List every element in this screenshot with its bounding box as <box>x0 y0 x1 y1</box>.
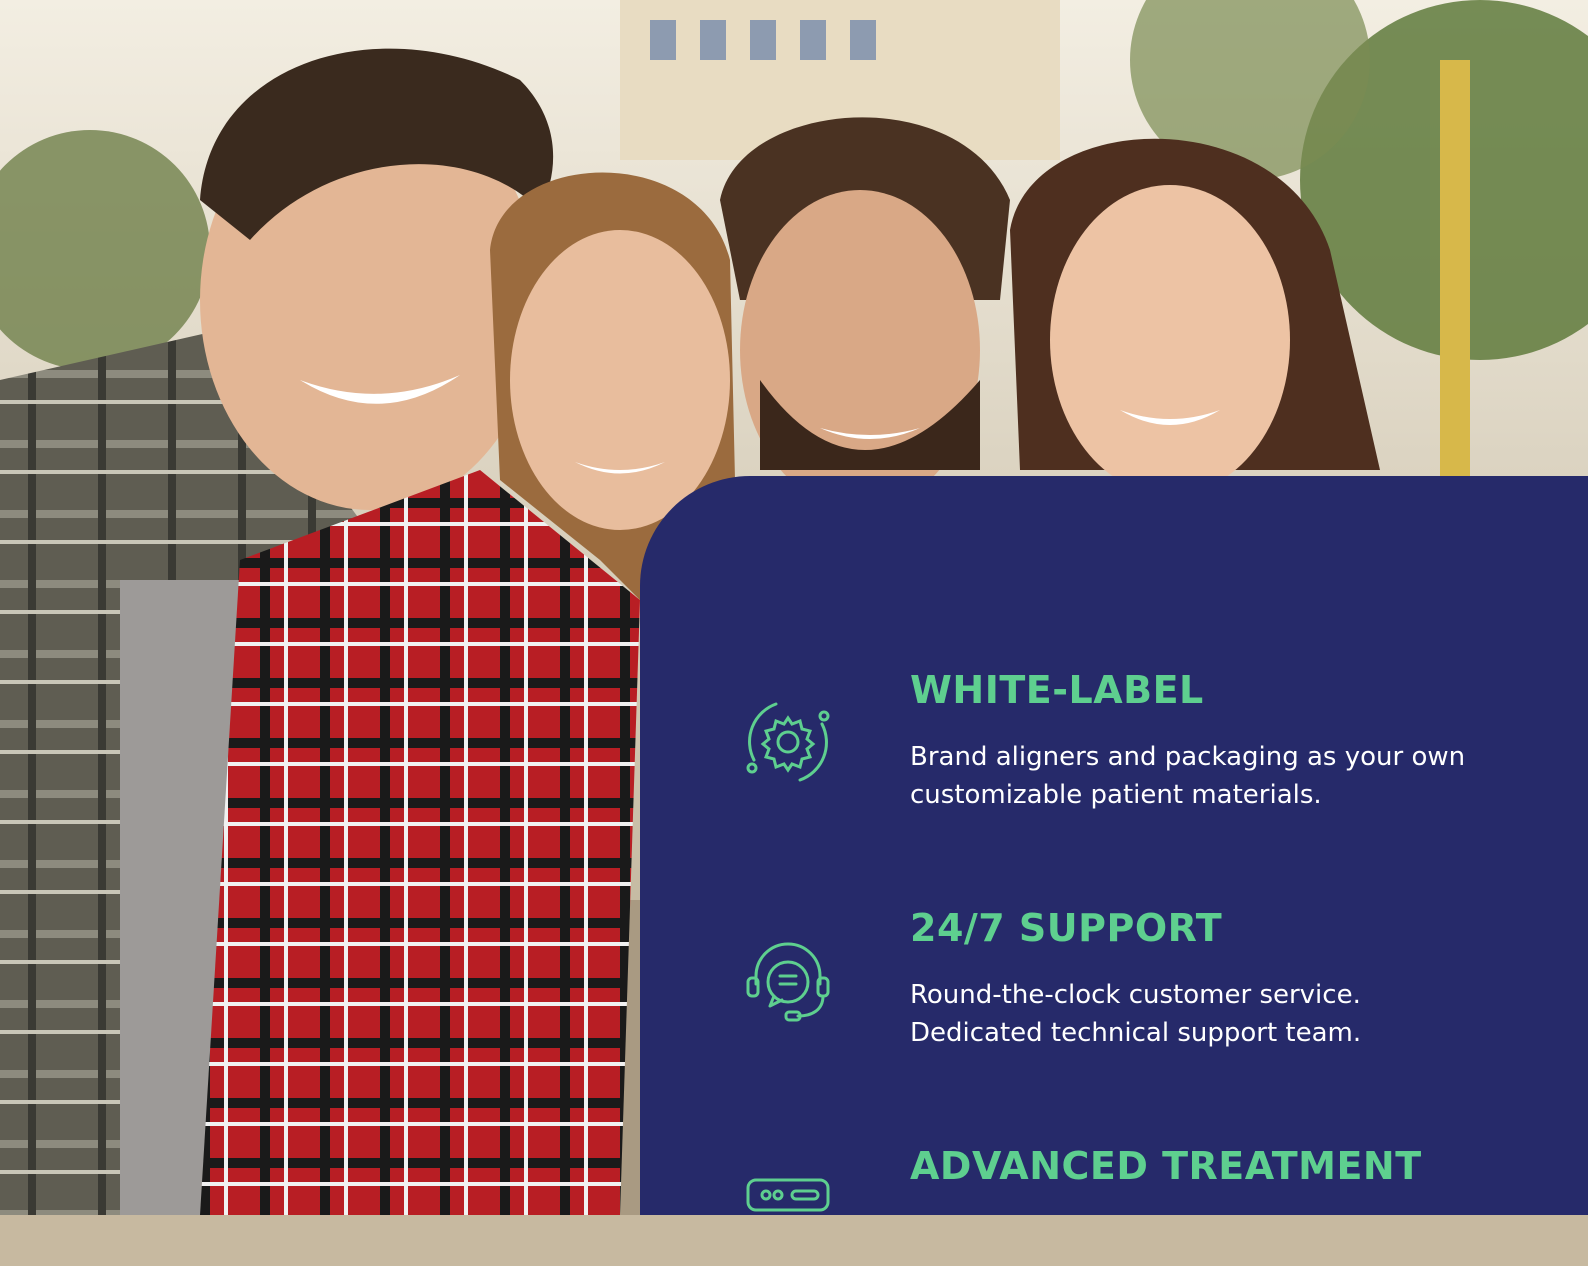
feature-description: Round-the-clock customer service. Dedica… <box>910 980 1362 1048</box>
gear-orbit-icon <box>746 702 830 782</box>
feature-title: WHITE-LABEL <box>910 668 1204 712</box>
headset-chat-icon <box>746 942 830 1022</box>
feature-title: ADVANCED TREATMENT <box>910 1144 1422 1188</box>
server-device-icon <box>746 1178 830 1212</box>
feature-title: 24/7 SUPPORT <box>910 906 1223 950</box>
feature-description: Brand aligners and packaging as your own… <box>910 742 1466 810</box>
features-panel: WHITE-LABEL Brand aligners and packaging… <box>640 476 1588 1215</box>
